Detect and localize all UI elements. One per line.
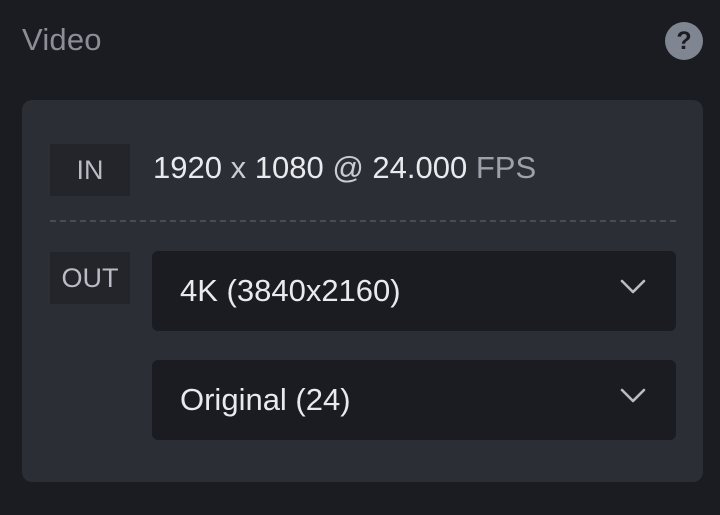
input-width: 1920 <box>153 150 222 185</box>
help-icon[interactable]: ? <box>665 22 703 60</box>
input-fps-value: 24.000 <box>372 150 468 185</box>
times-sign: x <box>230 150 247 185</box>
video-settings-card: IN 1920 x 1080 @ 24.000 FPS OUT 4K (3840… <box>22 100 703 482</box>
dashed-divider <box>50 220 676 222</box>
output-tag: OUT <box>50 252 130 304</box>
input-tag: IN <box>50 144 130 196</box>
output-resolution-value: 4K (3840x2160) <box>180 273 401 308</box>
section-title: Video <box>22 22 102 57</box>
input-height: 1080 <box>254 150 324 185</box>
output-framerate-value: Original (24) <box>180 382 351 417</box>
chevron-down-icon <box>620 279 646 294</box>
video-settings-panel: Video ? IN 1920 x 1080 @ 24.000 FPS OUT … <box>0 0 720 515</box>
output-resolution-select[interactable]: 4K (3840x2160) <box>152 251 676 331</box>
output-framerate-select[interactable]: Original (24) <box>152 360 676 440</box>
at-sign: @ <box>332 150 364 185</box>
input-fps-unit: FPS <box>475 150 537 185</box>
input-format-value: 1920 x 1080 @ 24.000 FPS <box>153 150 536 186</box>
chevron-down-icon <box>620 388 646 403</box>
